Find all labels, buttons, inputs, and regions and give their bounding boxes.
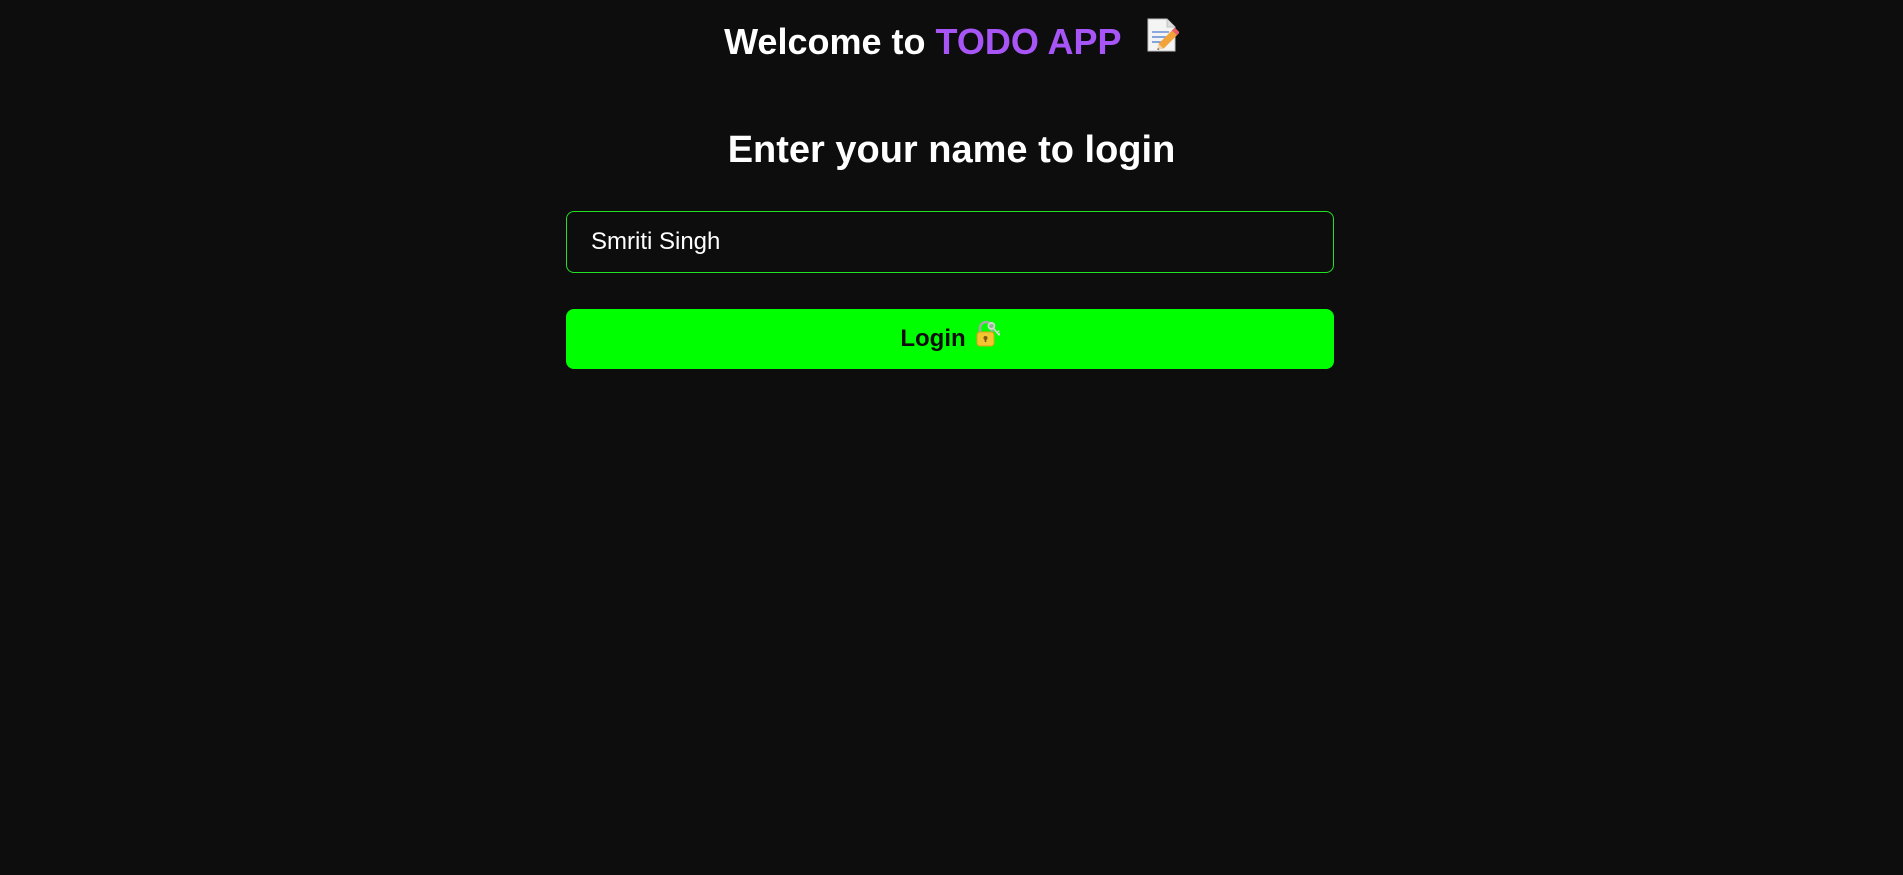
login-page: Welcome to TODO APP Enter your name to l… bbox=[0, 0, 1903, 875]
page-title: Welcome to TODO APP bbox=[0, 17, 1903, 67]
memo-icon bbox=[1145, 17, 1180, 63]
app-brand-name: TODO APP bbox=[935, 21, 1121, 62]
login-button[interactable]: Login bbox=[566, 309, 1334, 369]
name-input[interactable] bbox=[566, 211, 1334, 273]
lock-with-key-icon bbox=[974, 320, 1001, 355]
login-button-label: Login bbox=[900, 325, 966, 352]
login-heading: Enter your name to login bbox=[727, 129, 1176, 171]
welcome-text: Welcome to bbox=[724, 21, 926, 62]
